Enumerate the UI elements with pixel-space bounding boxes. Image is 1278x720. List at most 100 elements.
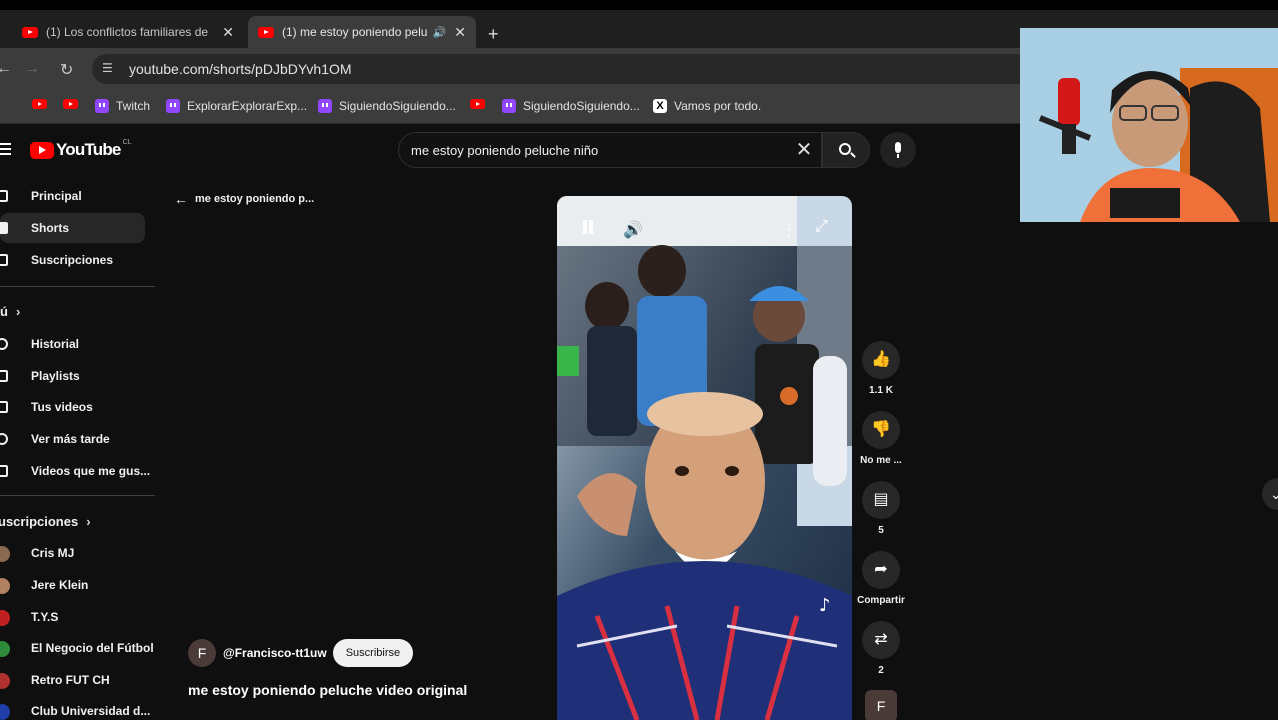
- sidebar-item-historial[interactable]: Historial: [0, 329, 145, 359]
- sidebar-sub-cris-mj[interactable]: Cris MJ: [0, 538, 145, 568]
- sidebar-section-subscriptions[interactable]: uscripciones ›: [0, 514, 91, 529]
- back-arrow-icon: ←: [174, 191, 188, 207]
- sidebar-item-label: Retro FUT CH: [31, 673, 110, 687]
- sidebar-item-label: Principal: [31, 189, 82, 203]
- liked-icon: [0, 465, 8, 477]
- share-icon: ➦: [874, 561, 888, 578]
- url-text[interactable]: youtube.com/shorts/pDJbDYvh1OM: [129, 61, 352, 77]
- voice-search-button[interactable]: [880, 132, 916, 168]
- sidebar-item-liked-videos[interactable]: Videos que me gus...: [0, 456, 150, 486]
- sidebar-item-label: Club Universidad d...: [31, 704, 151, 718]
- sidebar-sub-jere-klein[interactable]: Jere Klein: [0, 570, 145, 600]
- search-input[interactable]: me estoy poniendo peluche niño: [411, 143, 598, 158]
- omnibox[interactable]: ☰ youtube.com/shorts/pDJbDYvh1OM: [92, 54, 1032, 84]
- x-icon: X: [653, 99, 667, 113]
- back-to-search-link[interactable]: ← me estoy poniendo p...: [174, 191, 314, 207]
- like-button[interactable]: 👍: [862, 341, 900, 379]
- avatar: [0, 546, 10, 562]
- forward-arrow-icon[interactable]: →: [24, 60, 40, 78]
- sidebar-item-shorts[interactable]: Shorts: [0, 213, 145, 243]
- sidebar-section-you[interactable]: ú ›: [0, 304, 20, 319]
- dislike-button[interactable]: 👎: [862, 411, 900, 449]
- bookmark-youtube[interactable]: [63, 99, 85, 109]
- tab-peluche[interactable]: (1) me estoy poniendo pelu 🔊 ✕: [248, 16, 476, 48]
- close-tab-icon[interactable]: ✕: [454, 24, 466, 41]
- bookmark-twitch[interactable]: Twitch: [95, 99, 150, 113]
- webcam-overlay: [1020, 28, 1278, 222]
- dislike-label: No me ...: [860, 455, 902, 466]
- sidebar-item-tus-videos[interactable]: Tus videos: [0, 392, 145, 422]
- search-box[interactable]: me estoy poniendo peluche niño ✕: [398, 132, 822, 168]
- playlists-icon: [0, 370, 8, 382]
- tab-conflictos[interactable]: (1) Los conflictos familiares de ✕: [12, 16, 244, 48]
- youtube-logo[interactable]: YouTube CL: [30, 138, 132, 160]
- pause-icon[interactable]: [581, 220, 595, 236]
- subscribe-button[interactable]: Suscribirse: [332, 639, 414, 667]
- new-tab-button[interactable]: +: [488, 24, 499, 45]
- sidebar-item-label: El Negocio del Fútbol: [31, 641, 154, 655]
- channel-avatar-small[interactable]: F: [865, 690, 897, 720]
- short-video-player[interactable]: ♪ 🔊 ⋮ ⤢: [557, 196, 852, 720]
- twitch-icon: [502, 99, 516, 113]
- share-action: ➦ Compartir: [856, 551, 906, 606]
- next-short-button[interactable]: ⌄: [1262, 478, 1278, 510]
- bookmark-siguiendo-2[interactable]: SiguiendoSiguiendo...: [502, 99, 640, 113]
- avatar: [0, 578, 10, 594]
- reload-icon[interactable]: ↻: [60, 60, 73, 80]
- remix-button[interactable]: ⇄: [862, 621, 900, 659]
- comments-action: ▤ 5: [856, 481, 906, 536]
- bookmark-label: SiguiendoSiguiendo...: [339, 99, 456, 113]
- avatar: [0, 641, 10, 657]
- dislike-action: 👎 No me ...: [856, 411, 906, 466]
- clear-search-icon[interactable]: ✕: [791, 138, 817, 162]
- remix-count: 2: [878, 665, 884, 676]
- search-button[interactable]: [822, 132, 870, 168]
- chevron-right-icon: ›: [15, 304, 21, 319]
- country-code: CL: [122, 138, 132, 146]
- channel-avatar[interactable]: F: [188, 639, 216, 667]
- bookmark-siguiendo[interactable]: SiguiendoSiguiendo...: [318, 99, 456, 113]
- volume-icon[interactable]: 🔊: [623, 220, 643, 240]
- twitch-icon: [95, 99, 109, 113]
- youtube-logo-icon: [30, 141, 54, 159]
- sidebar-item-playlists[interactable]: Playlists: [0, 361, 145, 391]
- search-icon: [839, 143, 851, 155]
- sidebar-sub-tys[interactable]: T.Y.S: [0, 602, 145, 632]
- bookmark-youtube[interactable]: [470, 99, 492, 109]
- back-arrow-icon[interactable]: ←: [0, 60, 12, 78]
- bookmark-label: Twitch: [116, 99, 151, 113]
- site-settings-icon[interactable]: ☰: [102, 61, 118, 77]
- sidebar-sub-negocio-futbol[interactable]: El Negocio del Fútbol: [0, 633, 154, 663]
- avatar: [0, 610, 10, 626]
- close-tab-icon[interactable]: ✕: [222, 24, 234, 41]
- sidebar-item-suscripciones[interactable]: Suscripciones: [0, 245, 145, 275]
- sidebar-sub-retro-fut[interactable]: Retro FUT CH: [0, 665, 145, 695]
- share-label: Compartir: [857, 595, 905, 606]
- tab-label: (1) me estoy poniendo pelu: [282, 25, 427, 39]
- your-videos-icon: [0, 401, 8, 413]
- speaker-icon[interactable]: 🔊: [433, 26, 447, 39]
- sidebar-item-label: Tus videos: [31, 400, 93, 414]
- sidebar-item-label: T.Y.S: [31, 610, 59, 624]
- remix-action: ⇄ 2: [856, 621, 906, 676]
- more-options-icon[interactable]: ⋮: [781, 220, 797, 240]
- sidebar-item-principal[interactable]: Principal: [0, 181, 145, 211]
- bookmark-label: SiguiendoSiguiendo...: [523, 99, 640, 113]
- channel-name[interactable]: @Francisco-tt1uw: [223, 646, 327, 660]
- bookmark-x[interactable]: X Vamos por todo.: [653, 99, 761, 113]
- comments-button[interactable]: ▤: [862, 481, 900, 519]
- fullscreen-icon[interactable]: ⤢: [815, 218, 828, 236]
- share-button[interactable]: ➦: [862, 551, 900, 589]
- home-icon: [0, 190, 8, 202]
- twitch-icon: [318, 99, 332, 113]
- sidebar-divider: [0, 495, 155, 496]
- bookmark-youtube[interactable]: [32, 99, 54, 109]
- bookmark-explorar[interactable]: ExplorarExplorarExp...: [166, 99, 307, 113]
- bookmark-label: ExplorarExplorarExp...: [187, 99, 308, 113]
- sidebar-item-ver-mas-tarde[interactable]: Ver más tarde: [0, 424, 145, 454]
- sidebar-sub-club-universidad[interactable]: Club Universidad d...: [0, 696, 150, 720]
- watch-later-icon: [0, 433, 8, 445]
- menu-icon[interactable]: [0, 143, 11, 155]
- sidebar-item-label: Shorts: [31, 221, 70, 235]
- sidebar-item-label: Jere Klein: [31, 578, 89, 592]
